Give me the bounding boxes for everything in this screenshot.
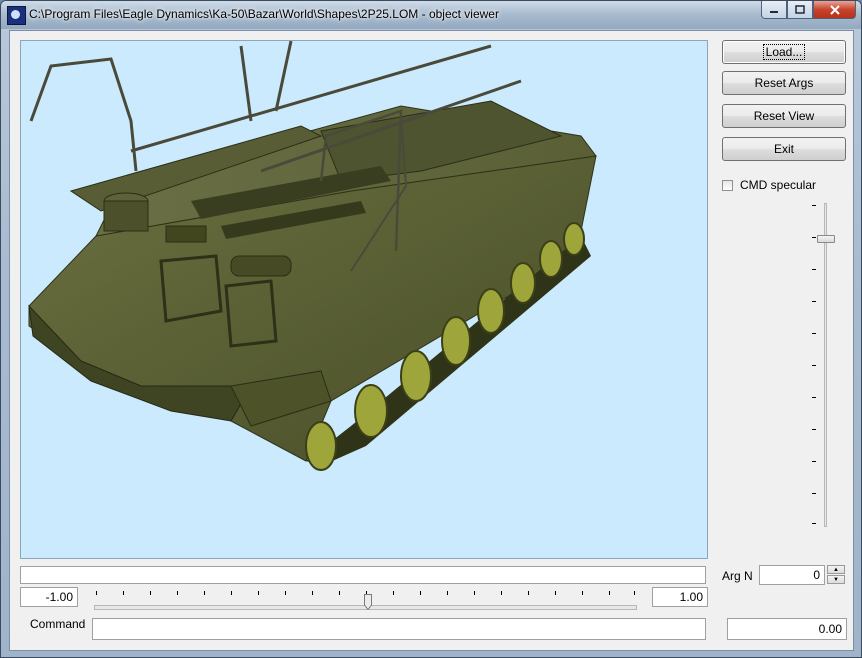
vertical-slider-tick bbox=[812, 365, 816, 366]
horizontal-slider-tick bbox=[177, 591, 178, 595]
vertical-slider-tick bbox=[812, 205, 816, 206]
close-icon bbox=[829, 4, 840, 15]
vehicle-model-render bbox=[28, 41, 597, 471]
horizontal-slider-tick bbox=[609, 591, 610, 595]
cmd-specular-label: CMD specular bbox=[740, 178, 817, 192]
maximize-icon bbox=[795, 4, 805, 14]
arg-horizontal-slider[interactable] bbox=[94, 586, 637, 612]
vertical-slider-tick bbox=[812, 333, 816, 334]
vertical-slider-tick bbox=[812, 429, 816, 430]
vertical-slider-thumb[interactable] bbox=[817, 235, 835, 243]
status-bar-field[interactable] bbox=[20, 566, 706, 584]
arg-n-spinner[interactable]: ▲ ▼ bbox=[827, 565, 845, 585]
exit-button[interactable]: Exit bbox=[722, 137, 846, 161]
horizontal-slider-tick bbox=[258, 591, 259, 595]
horizontal-slider-tick bbox=[123, 591, 124, 595]
vertical-slider-tick bbox=[812, 493, 816, 494]
cmd-specular-option[interactable]: CMD specular bbox=[722, 177, 816, 193]
minimize-button[interactable] bbox=[761, 1, 787, 19]
load-button[interactable]: Load... bbox=[722, 40, 846, 64]
vertical-slider-tick bbox=[812, 523, 816, 524]
command-label: Command bbox=[30, 617, 86, 631]
horizontal-slider-tick bbox=[420, 591, 421, 595]
spin-up-icon[interactable]: ▲ bbox=[827, 565, 845, 574]
arg-n-input[interactable]: 0 bbox=[759, 565, 825, 585]
vertical-slider-track bbox=[824, 203, 827, 527]
vertical-slider-tick bbox=[812, 269, 816, 270]
vertical-slider-tick bbox=[812, 237, 816, 238]
vertical-slider-tick bbox=[812, 461, 816, 462]
horizontal-slider-tick bbox=[285, 591, 286, 595]
caption-buttons bbox=[761, 1, 856, 20]
horizontal-slider-tick bbox=[447, 591, 448, 595]
horizontal-slider-tick bbox=[501, 591, 502, 595]
horizontal-slider-tick bbox=[96, 591, 97, 595]
reset-args-button[interactable]: Reset Args bbox=[722, 71, 846, 95]
app-window: C:\Program Files\Eagle Dynamics\Ka-50\Ba… bbox=[0, 0, 862, 658]
minimize-icon bbox=[770, 10, 778, 13]
vertical-slider-tick bbox=[812, 301, 816, 302]
app-icon[interactable] bbox=[7, 6, 26, 25]
slider-min-field[interactable]: -1.00 bbox=[20, 587, 78, 607]
horizontal-slider-tick bbox=[339, 591, 340, 595]
arg-n-label: Arg N bbox=[722, 569, 753, 583]
horizontal-slider-tick bbox=[312, 591, 313, 595]
spin-down-icon[interactable]: ▼ bbox=[827, 575, 845, 584]
horizontal-slider-tick bbox=[231, 591, 232, 595]
horizontal-slider-tick bbox=[474, 591, 475, 595]
horizontal-slider-tick bbox=[393, 591, 394, 595]
reset-view-button[interactable]: Reset View bbox=[722, 104, 846, 128]
slider-max-field[interactable]: 1.00 bbox=[652, 587, 708, 607]
maximize-button[interactable] bbox=[787, 1, 813, 19]
horizontal-slider-thumb[interactable] bbox=[364, 594, 372, 610]
window-title: C:\Program Files\Eagle Dynamics\Ka-50\Ba… bbox=[29, 7, 499, 21]
title-bar[interactable]: C:\Program Files\Eagle Dynamics\Ka-50\Ba… bbox=[1, 1, 861, 29]
horizontal-slider-tick bbox=[150, 591, 151, 595]
horizontal-slider-tick bbox=[634, 591, 635, 595]
load-button-label: Load... bbox=[762, 44, 806, 60]
client-area: Load... Reset Args Reset View Exit CMD s… bbox=[9, 30, 854, 651]
horizontal-slider-tick bbox=[582, 591, 583, 595]
close-button[interactable] bbox=[813, 1, 856, 19]
arg-vertical-slider[interactable] bbox=[790, 201, 835, 531]
command-input[interactable] bbox=[92, 618, 706, 640]
model-viewport[interactable] bbox=[20, 40, 708, 559]
horizontal-slider-tick bbox=[555, 591, 556, 595]
output-value-field[interactable]: 0.00 bbox=[727, 618, 847, 640]
horizontal-slider-tick bbox=[204, 591, 205, 595]
horizontal-slider-tick bbox=[528, 591, 529, 595]
cmd-specular-checkbox[interactable] bbox=[722, 179, 733, 191]
vertical-slider-tick bbox=[812, 397, 816, 398]
